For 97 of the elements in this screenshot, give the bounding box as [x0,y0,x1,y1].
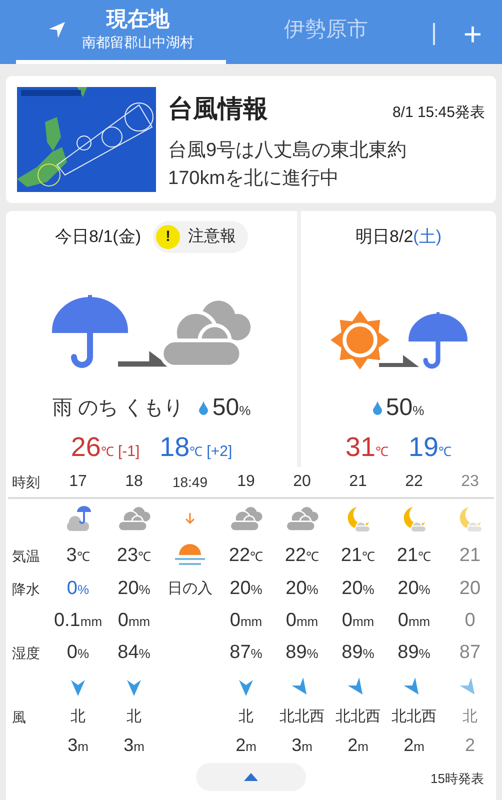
warning-label: 注意報 [188,226,236,247]
row-label: 時刻 [11,472,41,492]
high-temp: 31℃ [345,430,388,464]
location-tab[interactable]: 伊勢原市 [226,4,426,64]
wind-arrow-icon [127,680,141,696]
issued-label: 15時発表 [430,770,484,788]
rainfall: 0.1mm [54,608,102,633]
rainfall: 0mm [286,608,318,633]
wind-direction: 北 [462,706,478,727]
high-temp-diff: [-1] [118,442,140,462]
humidity: 89% [342,640,374,665]
temperature: 21 [459,544,481,568]
precip-chance: 20% [398,576,430,601]
day-date: 明日8/2 [356,226,414,248]
low-temp: 19℃ [408,430,452,464]
row-label: 気温 [11,546,41,566]
wind-direction: 北 [70,706,86,727]
tab-title: 現在地 [106,8,170,32]
humidity: 89% [398,640,430,665]
sun-icon [328,308,390,370]
precip-chance: 20% [286,576,318,601]
weekday-label: (土) [413,226,442,248]
warning-badge[interactable]: ! 注意報 [152,220,248,253]
raindrop-icon [199,400,208,414]
rainfall: 0mm [118,608,150,633]
rainfall: 0mm [230,608,262,633]
hour-label: 20 [293,472,311,492]
wind-speed: 2m [236,734,256,756]
temperature: 3℃ [66,544,90,568]
temperature: 21℃ [340,544,376,568]
temperature: 22℃ [228,544,264,568]
precip-chance: 20% [230,576,262,601]
caret-up-icon [244,773,258,781]
precip-chance: 20% [342,576,374,601]
wind-speed: 3m [124,734,144,756]
rainfall: 0 [464,608,476,633]
high-temp: 26℃ [70,430,114,464]
sunset-label: 日の入 [168,578,212,599]
location-tab[interactable]: 現在地 南都留郡山中湖村 [16,4,226,64]
wind-speed: 2m [348,734,368,756]
wind-speed: 3m [292,734,312,756]
humidity: 87 [459,640,481,665]
wind-direction: 北北西 [392,706,436,727]
temperature: 21℃ [396,544,432,568]
typhoon-card[interactable]: 台風情報 8/1 15:45発表 台風9号は八丈島の東北東約170kmを北に進行中 [6,76,496,203]
typhoon-title: 台風情報 [168,94,268,125]
humidity: 84% [118,640,150,665]
sunset-arrow-icon [185,513,195,525]
collapse-button[interactable] [196,763,306,791]
wind-speed: 3m [68,734,88,756]
wind-speed: 2m [404,734,424,756]
rainfall: 0mm [342,608,374,633]
cloud-icon [285,505,319,533]
humidity: 89% [286,640,318,665]
wind-arrow-icon [239,680,253,696]
temperature: 22℃ [284,544,320,568]
wind-direction: 北北西 [336,706,380,727]
raindrop-icon [372,400,382,414]
hour-label: 17 [69,472,87,492]
temperature: 23℃ [116,544,152,568]
wind-direction: 北北西 [280,706,324,727]
cloud-icon [229,505,263,533]
hour-label: 22 [405,472,423,492]
hour-label: 18:49 [172,472,208,492]
hour-label: 21 [349,472,367,492]
tab-title: 伊勢原市 [284,17,368,44]
location-arrow-icon [48,21,66,39]
warning-icon: ! [156,224,180,249]
issued-time: 8/1 15:45発表 [392,103,485,123]
precip-chance: 50% [386,392,424,422]
hour-label: 19 [237,472,255,492]
row-label: 降水 [11,580,41,598]
low-temp-diff: [+2] [206,442,232,462]
hour-label: 18 [125,472,143,492]
wind-direction: 北 [126,706,142,727]
then-arrow-icon [378,354,418,366]
weather-summary: 雨 のち くもり [52,396,184,420]
rainfall: 0mm [398,608,430,633]
wind-direction: 北 [238,706,254,727]
humidity: 0% [66,640,90,665]
hour-label: 23 [461,472,479,492]
typhoon-text: 台風9号は八丈島の東北東約170kmを北に進行中 [168,138,408,190]
wind-arrow-icon [71,680,85,696]
weekday-label: (金) [112,226,141,248]
add-button[interactable]: + [463,18,482,50]
precip-chance: 20% [118,576,150,601]
row-label: 風 [11,708,27,726]
precip-chance: 20 [459,576,481,601]
row-label: 湿度 [11,644,41,662]
humidity: 87% [230,640,262,665]
precip-chance: 0% [66,576,90,601]
cloud-icon [117,505,151,533]
tab-subtitle: 南都留郡山中湖村 [82,33,194,52]
low-temp: 18℃ [160,430,203,464]
precip-chance: 50% [212,392,251,422]
day-date: 今日8/1 [55,226,113,248]
wind-speed: 2 [464,734,475,756]
